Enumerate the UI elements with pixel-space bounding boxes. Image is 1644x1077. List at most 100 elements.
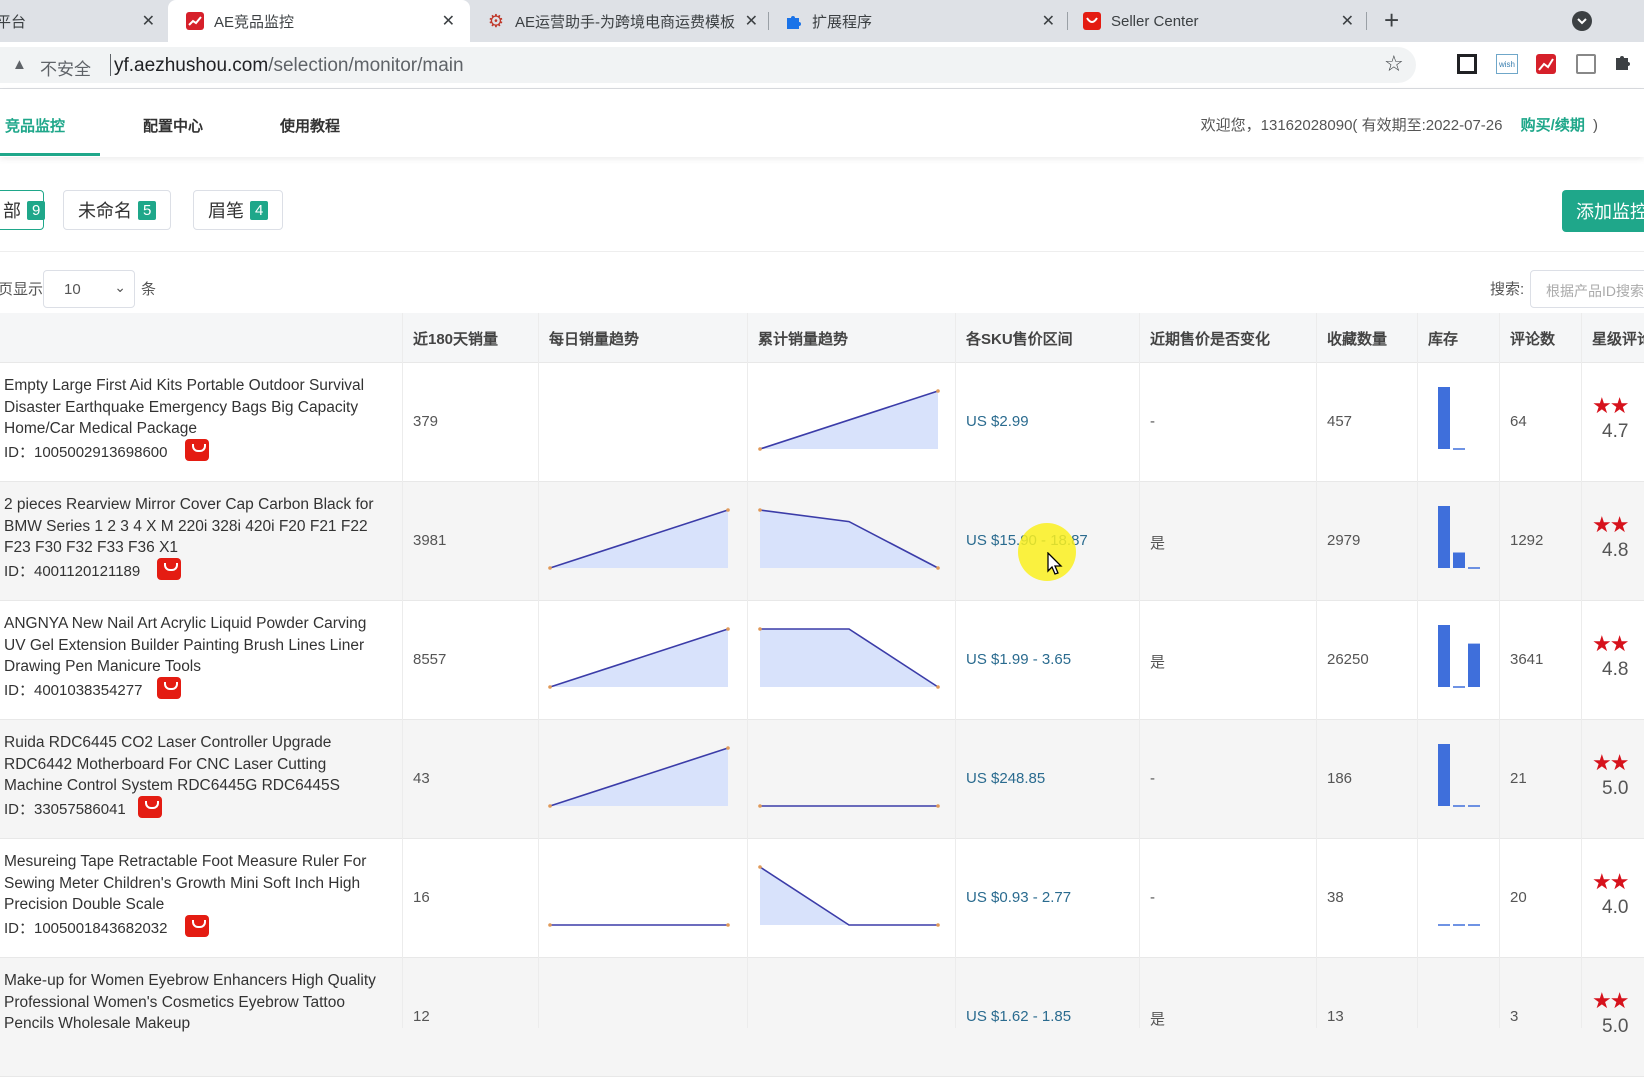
table-row[interactable]: Empty Large First Aid Kits Portable Outd… [0, 363, 1644, 482]
stock-cell [1436, 504, 1486, 575]
extensions-puzzle-icon[interactable] [1613, 52, 1633, 77]
sales-180d: 12 [413, 1008, 430, 1025]
trend-point [726, 923, 730, 927]
url-text[interactable]: yf.aezhushou.com/selection/monitor/main [114, 55, 464, 77]
reader-extension-icon[interactable] [1576, 54, 1596, 74]
new-tab-plus-icon[interactable]: + [1384, 5, 1399, 36]
browser-toolbar: ▲ 不安全 yf.aezhushou.com/selection/monitor… [0, 42, 1644, 89]
close-icon[interactable]: ✕ [1042, 11, 1055, 31]
price-changed: 是 [1150, 535, 1166, 552]
stock-cell [1436, 385, 1486, 456]
table-row[interactable]: 2 pieces Rearview Mirror Cover Cap Carbo… [0, 482, 1644, 601]
trend-point [936, 685, 940, 689]
tab-ae-assistant[interactable]: ⚙ AE运营助手-为跨境电商运费模板 ✕ [473, 0, 768, 42]
product-title[interactable]: ANGNYA New Nail Art Acrylic Liquid Powde… [4, 613, 384, 678]
warning-icon[interactable]: ▲ [12, 56, 27, 73]
cumulative-trend-cell [758, 865, 940, 932]
group-chip-unnamed[interactable]: 未命名 5 [63, 190, 172, 230]
product-title[interactable]: Make-up for Women Eyebrow Enhancers High… [4, 970, 384, 1035]
separator [110, 54, 111, 76]
aliexpress-store-icon[interactable] [185, 915, 209, 937]
trend-point [548, 685, 552, 689]
stock-cell [1436, 861, 1486, 932]
cumulative-trend-cell [758, 389, 940, 456]
nav-competitor-monitor[interactable]: 竞品监控 [5, 115, 65, 136]
product-title[interactable]: Ruida RDC6445 CO2 Laser Controller Upgra… [4, 732, 384, 797]
tab-title: AE运营助手-为跨境电商运费模板 [515, 13, 735, 31]
tab-ae-monitor[interactable]: AE竞品监控 ✕ [168, 0, 470, 42]
reviews-count: 20 [1510, 889, 1527, 906]
sales-180d: 3981 [413, 532, 447, 549]
wish-extension-icon[interactable]: wish [1496, 54, 1518, 74]
chart-extension-icon[interactable] [1536, 54, 1556, 74]
bookmark-star-icon[interactable]: ☆ [1384, 51, 1404, 77]
trend-point [758, 447, 762, 451]
daily-trend-chart [548, 389, 730, 451]
address-bar[interactable]: ▲ 不安全 yf.aezhushou.com/selection/monitor… [0, 47, 1416, 83]
col-header-price-changed[interactable]: 近期售价是否变化 [1140, 313, 1270, 363]
col-header-stock[interactable]: 库存 [1418, 313, 1458, 363]
puzzle-icon [784, 12, 802, 30]
search-input[interactable]: 根据产品ID搜索 [1530, 270, 1644, 308]
trend-point [758, 865, 762, 869]
col-header-reviews[interactable]: 评论数 [1500, 313, 1555, 363]
welcome-text: 欢迎您，13162028090( 有效期至:2022-07-26 购买/续期 ) [1201, 114, 1598, 135]
security-label[interactable]: 不安全 [40, 55, 91, 80]
aliexpress-store-icon[interactable] [138, 796, 162, 818]
trend-point [726, 627, 730, 631]
chip-label: 未命名 [78, 201, 132, 221]
daily-trend-cell [548, 984, 730, 1051]
daily-trend-cell [548, 389, 730, 456]
close-icon[interactable]: ✕ [142, 11, 155, 31]
qr-extension-icon[interactable] [1457, 54, 1477, 74]
group-chip-all[interactable]: 部9 [0, 190, 46, 230]
product-title[interactable]: 2 pieces Rearview Mirror Cover Cap Carbo… [4, 494, 384, 559]
product-table: 近180天销量 每日销量趋势 累计销量趋势 各SKU售价区间 近期售价是否变化 … [0, 313, 1644, 1077]
rating-value: 5.0 [1602, 778, 1629, 799]
star-icons: ★★ [1592, 988, 1629, 1013]
page-size-select[interactable]: 10 ⌄ [43, 270, 135, 308]
nav-tutorial[interactable]: 使用教程 [280, 115, 340, 136]
tab-search-icon[interactable] [1572, 11, 1592, 31]
close-icon[interactable]: ✕ [442, 11, 455, 31]
nav-config-center[interactable]: 配置中心 [143, 115, 203, 136]
tab-extensions[interactable]: 扩展程序 ✕ [770, 0, 1065, 42]
search-label: 搜索: [1490, 281, 1525, 298]
product-title[interactable]: Empty Large First Aid Kits Portable Outd… [4, 375, 384, 440]
aliexpress-store-icon[interactable] [157, 558, 181, 580]
table-row[interactable]: Ruida RDC6445 CO2 Laser Controller Upgra… [0, 720, 1644, 839]
product-id: ID：33057586041 [4, 801, 126, 818]
col-header-daily-trend[interactable]: 每日销量趋势 [539, 313, 639, 363]
trend-area [760, 629, 938, 687]
table-row[interactable]: Make-up for Women Eyebrow Enhancers High… [0, 958, 1644, 1077]
table-row[interactable]: ANGNYA New Nail Art Acrylic Liquid Powde… [0, 601, 1644, 720]
table-row[interactable]: Mesureing Tape Retractable Foot Measure … [0, 839, 1644, 958]
sales-180d: 379 [413, 413, 439, 430]
add-monitor-button[interactable]: 添加监控 [1562, 190, 1644, 232]
col-header-star-rating[interactable]: 星级评论 [1582, 313, 1644, 363]
renew-link[interactable]: 购买/续期 [1521, 117, 1585, 134]
daily-trend-chart [548, 627, 730, 689]
product-id: ID：4001038354277 [4, 682, 143, 699]
close-icon[interactable]: ✕ [1341, 11, 1354, 31]
tab-seller-center[interactable]: Seller Center ✕ [1069, 0, 1364, 42]
aliexpress-store-icon[interactable] [157, 677, 181, 699]
cumulative-trend-cell [758, 746, 940, 813]
col-header-favorites[interactable]: 收藏数量 [1317, 313, 1387, 363]
trend-point [936, 566, 940, 570]
trend-point [548, 566, 552, 570]
tab-platform[interactable]: 平台 ✕ [0, 0, 165, 42]
product-title[interactable]: Mesureing Tape Retractable Foot Measure … [4, 851, 384, 916]
chip-count: 4 [250, 200, 269, 220]
sales-180d: 8557 [413, 651, 447, 668]
trend-area [760, 510, 938, 568]
group-chip-eyebrow-pencil[interactable]: 眉笔 4 [193, 190, 284, 230]
price-changed: - [1150, 889, 1155, 906]
col-header-cumulative-trend[interactable]: 累计销量趋势 [748, 313, 848, 363]
col-header-sku-price[interactable]: 各SKU售价区间 [956, 313, 1073, 363]
col-header-sales-180d[interactable]: 近180天销量 [403, 313, 498, 363]
price-changed: 是 [1150, 1011, 1166, 1028]
close-icon[interactable]: ✕ [745, 11, 758, 31]
aliexpress-store-icon[interactable] [185, 439, 209, 461]
stock-cell [1436, 742, 1486, 813]
